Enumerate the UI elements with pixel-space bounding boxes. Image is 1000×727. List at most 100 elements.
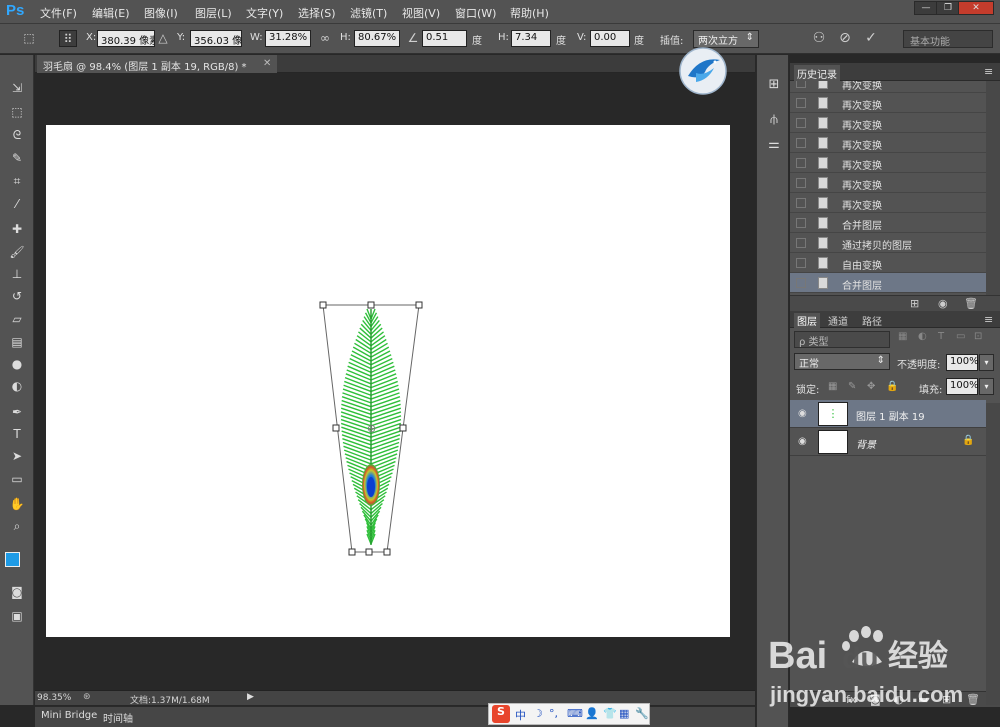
blend-mode-select[interactable]: 正常 ⇕ xyxy=(794,353,890,370)
trash-icon[interactable]: 🗑 xyxy=(964,297,978,310)
type-filter-icon[interactable]: T xyxy=(938,331,944,342)
adjustment-filter-icon[interactable]: ◐ xyxy=(918,331,927,342)
warp-icon[interactable]: ⚇ xyxy=(810,30,828,47)
menu-image[interactable]: 图像(I) xyxy=(144,5,178,21)
menu-window[interactable]: 窗口(W) xyxy=(455,5,496,21)
history-item[interactable]: 再次变换 xyxy=(790,81,986,93)
history-state-checkbox[interactable] xyxy=(796,158,806,168)
delta-icon[interactable]: △ xyxy=(154,30,172,47)
layers-menu-icon[interactable]: ≡ xyxy=(984,313,993,326)
hskew-field[interactable]: 7.34 xyxy=(511,30,551,47)
panel-menu-icon[interactable]: ≡ xyxy=(984,65,993,78)
history-state-checkbox[interactable] xyxy=(796,238,806,248)
blur-tool-icon[interactable]: ● xyxy=(7,355,27,373)
tab-channels[interactable]: 通道 xyxy=(828,313,848,328)
cancel-transform-icon[interactable]: ⊘ xyxy=(836,30,854,47)
history-item[interactable]: 自由变换 xyxy=(790,253,986,273)
ime-toolbar[interactable]: S 中 ☽ °, ⌨ 👤 👕 ▦ 🔧 xyxy=(488,703,650,725)
history-item[interactable]: 再次变换 xyxy=(790,173,986,193)
layer-name[interactable]: 背景 xyxy=(856,436,876,451)
history-item[interactable]: 再次变换 xyxy=(790,93,986,113)
menu-layer[interactable]: 图层(L) xyxy=(195,5,232,21)
history-state-checkbox[interactable] xyxy=(796,258,806,268)
menu-edit[interactable]: 编辑(E) xyxy=(92,5,130,21)
commit-transform-icon[interactable]: ✓ xyxy=(862,30,880,47)
ime-halfwidth-icon[interactable]: ☽ xyxy=(533,707,543,720)
ime-punctuation-icon[interactable]: °, xyxy=(549,707,558,720)
transform-tool-icon[interactable]: ⬚ xyxy=(20,30,38,47)
history-state-checkbox[interactable] xyxy=(796,178,806,188)
layer-kind-filter[interactable]: ρ 类型 xyxy=(794,331,890,348)
layer-row[interactable]: ◉ 背景 🔒 xyxy=(790,428,986,456)
ime-keyboard-icon[interactable]: ⌨ xyxy=(567,707,583,720)
menu-type[interactable]: 文字(Y) xyxy=(246,5,283,21)
quick-mask-icon[interactable]: ◙ xyxy=(7,583,27,601)
ime-tools-icon[interactable]: 🔧 xyxy=(635,707,649,720)
smart-object-filter-icon[interactable]: ⊡ xyxy=(974,331,982,342)
history-item[interactable]: 合并图层 xyxy=(790,273,986,293)
clone-stamp-tool-icon[interactable]: ⊥ xyxy=(7,265,27,283)
shape-tool-icon[interactable]: ▭ xyxy=(7,470,27,488)
pen-tool-icon[interactable]: ✒ xyxy=(7,403,27,421)
history-state-checkbox[interactable] xyxy=(796,198,806,208)
history-state-checkbox[interactable] xyxy=(796,278,806,288)
brush-presets-icon[interactable]: ⫛ xyxy=(764,110,784,130)
history-state-checkbox[interactable] xyxy=(796,138,806,148)
new-document-from-state-icon[interactable]: ⊞ xyxy=(910,297,919,310)
lock-transparent-icon[interactable]: ▦ xyxy=(828,381,837,392)
sogou-logo-icon[interactable]: S xyxy=(492,705,510,723)
type-tool-icon[interactable]: T xyxy=(7,425,27,443)
snapshot-icon[interactable]: ◉ xyxy=(938,297,948,310)
status-menu-icon[interactable]: ⊛ xyxy=(83,692,91,702)
workspace-select[interactable]: 基本功能 xyxy=(903,30,993,48)
vskew-field[interactable]: 0.00 xyxy=(590,30,630,47)
foreground-color-swatch[interactable] xyxy=(5,552,20,567)
width-field[interactable]: 31.28% xyxy=(265,30,311,47)
history-item[interactable]: 合并图层 xyxy=(790,213,986,233)
height-field[interactable]: 80.67% xyxy=(354,30,400,47)
pixel-filter-icon[interactable]: ▦ xyxy=(898,331,907,342)
zoom-level[interactable]: 98.35% xyxy=(37,693,71,703)
visibility-eye-icon[interactable]: ◉ xyxy=(798,436,807,447)
close-tab-icon[interactable]: ✕ xyxy=(263,58,271,69)
lock-all-icon[interactable]: 🔒 xyxy=(886,381,898,392)
history-item[interactable]: 通过拷贝的图层 xyxy=(790,233,986,253)
quick-select-tool-icon[interactable]: ✎ xyxy=(7,149,27,167)
layer-name[interactable]: 图层 1 副本 19 xyxy=(856,408,925,423)
healing-brush-tool-icon[interactable]: ✚ xyxy=(7,220,27,238)
document-tab[interactable]: 羽毛扇 @ 98.4% (图层 1 副本 19, RGB/8) * ✕ xyxy=(37,55,277,73)
history-item[interactable]: 再次变换 xyxy=(790,113,986,133)
reference-point-icon[interactable]: ⠿ xyxy=(59,30,77,47)
opacity-field[interactable]: 100% xyxy=(946,354,979,371)
history-state-checkbox[interactable] xyxy=(796,218,806,228)
history-item[interactable]: 再次变换 xyxy=(790,193,986,213)
lock-pixels-icon[interactable]: ✎ xyxy=(848,381,856,392)
hand-tool-icon[interactable]: ✋ xyxy=(7,495,27,513)
zoom-tool-icon[interactable]: ⌕ xyxy=(7,517,27,535)
fill-dropdown-icon[interactable]: ▾ xyxy=(979,378,994,395)
visibility-eye-icon[interactable]: ◉ xyxy=(798,408,807,419)
history-state-checkbox[interactable] xyxy=(796,118,806,128)
opacity-dropdown-icon[interactable]: ▾ xyxy=(979,354,994,371)
close-button[interactable]: ✕ xyxy=(958,1,994,15)
move-tool-icon[interactable]: ⇲ xyxy=(7,79,27,97)
eyedropper-tool-icon[interactable]: ⁄ xyxy=(7,195,27,213)
feather-artwork[interactable]: ⊕ xyxy=(310,295,430,560)
history-item[interactable]: 再次变换 xyxy=(790,153,986,173)
tab-paths[interactable]: 路径 xyxy=(862,313,882,328)
history-panel-icon[interactable]: ⊞ xyxy=(764,75,784,95)
history-scrollbar[interactable] xyxy=(986,81,1000,295)
adjustments-icon[interactable]: ⚌ xyxy=(764,135,784,155)
minimize-button[interactable]: — xyxy=(914,1,938,15)
tab-mini-bridge[interactable]: Mini Bridge xyxy=(41,710,97,721)
menu-file[interactable]: 文件(F) xyxy=(40,5,77,21)
restore-button[interactable]: ❐ xyxy=(936,1,960,15)
ime-chinese-mode[interactable]: 中 xyxy=(515,707,526,723)
history-brush-tool-icon[interactable]: ↺ xyxy=(7,287,27,305)
x-field[interactable]: 380.39 像素 xyxy=(97,30,155,47)
tab-layers[interactable]: 图层 xyxy=(794,313,820,328)
marquee-tool-icon[interactable]: ⬚ xyxy=(7,103,27,121)
menu-view[interactable]: 视图(V) xyxy=(402,5,440,21)
history-state-checkbox[interactable] xyxy=(796,81,806,88)
history-state-checkbox[interactable] xyxy=(796,98,806,108)
